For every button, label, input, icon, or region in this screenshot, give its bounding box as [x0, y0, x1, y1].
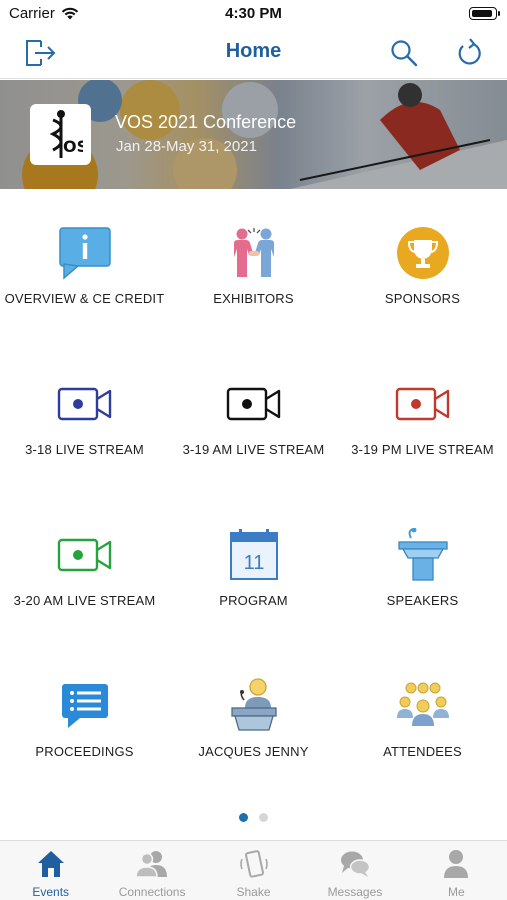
video-camera-icon [57, 538, 111, 572]
tile-sponsors[interactable]: SPONSORS [338, 189, 507, 340]
tile-3-19-pm-live-stream[interactable]: 3-19 PM LIVE STREAM [338, 340, 507, 491]
tab-label: Me [447, 885, 465, 899]
tile-3-19-am-live-stream[interactable]: 3-19 AM LIVE STREAM [169, 340, 338, 491]
tile-overview-ce-credit[interactable]: OVERVIEW & CE CREDIT [0, 189, 169, 340]
status-time: 4:30 PM [225, 5, 282, 22]
banner-title: VOS 2021 Conference [115, 112, 297, 132]
battery-icon [469, 7, 500, 20]
refresh-button[interactable] [452, 36, 486, 70]
tab-events[interactable]: Events [0, 841, 101, 900]
tile-speakers[interactable]: SPEAKERS [338, 491, 507, 642]
tile-label: 3-18 LIVE STREAM [25, 442, 144, 457]
status-bar: Carrier 4:30 PM [0, 0, 507, 28]
tile-attendees[interactable]: ATTENDEES [338, 642, 507, 793]
tab-shake[interactable]: Shake [203, 841, 304, 900]
calendar-day: 11 [243, 552, 264, 574]
nav-bar: Home [0, 28, 507, 79]
svg-text:OS: OS [63, 137, 83, 156]
tab-bar: Events Connections Shake Messages Me [0, 840, 507, 900]
tile-label: ATTENDEES [383, 744, 462, 759]
shake-phone-icon [239, 850, 268, 878]
tab-me[interactable]: Me [406, 841, 507, 900]
video-camera-icon [226, 387, 280, 421]
tab-label: Messages [327, 885, 383, 899]
search-button[interactable] [387, 36, 421, 70]
handshake-icon [233, 228, 274, 277]
tile-3-20-am-live-stream[interactable]: 3-20 AM LIVE STREAM [0, 491, 169, 642]
podium-icon [397, 528, 448, 581]
tab-label: Connections [118, 885, 186, 899]
feature-grid: OVERVIEW & CE CREDIT EXHIBITORS SPONSORS… [0, 189, 507, 795]
banner-dates: Jan 28-May 31, 2021 [116, 138, 257, 155]
info-bubble-icon [58, 227, 111, 280]
vos-logo-icon: OS [49, 109, 83, 158]
tile-proceedings[interactable]: PROCEEDINGS [0, 642, 169, 793]
page-dot[interactable] [259, 813, 268, 822]
video-camera-icon [57, 387, 111, 421]
tile-label: SPONSORS [384, 291, 461, 306]
vos-logo: OS [30, 104, 91, 165]
tab-label: Shake [236, 885, 271, 899]
home-icon [37, 851, 64, 877]
tab-messages[interactable]: Messages [304, 841, 405, 900]
person-icon [444, 850, 469, 878]
tile-3-18-live-stream[interactable]: 3-18 LIVE STREAM [0, 340, 169, 491]
people-icon [135, 851, 168, 878]
tile-label: 3-19 AM LIVE STREAM [182, 442, 325, 457]
tile-label: EXHIBITORS [213, 291, 294, 306]
tile-label: PROGRAM [219, 593, 288, 608]
tile-label: OVERVIEW & CE CREDIT [4, 291, 165, 306]
tab-label: Events [32, 885, 70, 899]
tab-connections[interactable]: Connections [101, 841, 202, 900]
chat-bubbles-icon [340, 851, 371, 877]
refresh-icon [458, 38, 481, 65]
page-dot-active[interactable] [239, 813, 248, 822]
tile-label: 3-19 PM LIVE STREAM [351, 442, 494, 457]
event-banner[interactable]: OS VOS 2021 Conference Jan 28-May 31, 20… [0, 80, 507, 189]
tile-label: SPEAKERS [386, 593, 459, 608]
tile-exhibitors[interactable]: EXHIBITORS [169, 189, 338, 340]
calendar-icon: 11 [229, 529, 278, 580]
tile-label: JACQUES JENNY [198, 744, 309, 759]
group-icon [396, 682, 449, 726]
tile-jacques-jenny[interactable]: JACQUES JENNY [169, 642, 338, 793]
tile-program[interactable]: 11 PROGRAM [169, 491, 338, 642]
list-bubble-icon [61, 684, 108, 728]
video-camera-icon [395, 387, 449, 421]
speaker-at-podium-icon [230, 678, 277, 731]
tile-label: 3-20 AM LIVE STREAM [13, 593, 156, 608]
search-icon [391, 40, 418, 67]
trophy-icon [396, 227, 449, 279]
page-title: Home [225, 40, 282, 62]
page-indicator[interactable] [0, 813, 507, 823]
tile-label: PROCEEDINGS [35, 744, 134, 759]
